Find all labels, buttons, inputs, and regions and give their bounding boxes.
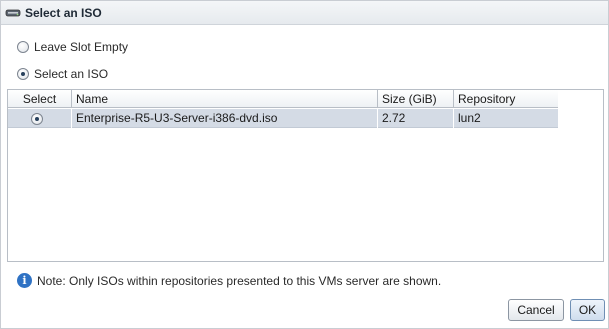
column-header-name[interactable]: Name xyxy=(72,90,378,108)
leave-slot-empty-radio[interactable] xyxy=(17,41,29,53)
column-header-size[interactable]: Size (GiB) xyxy=(378,90,454,108)
disc-drive-icon xyxy=(5,7,21,19)
note-message: i Note: Only ISOs within repositories pr… xyxy=(17,273,441,288)
leave-slot-empty-option[interactable]: Leave Slot Empty xyxy=(17,39,128,55)
row-select-radio[interactable] xyxy=(31,112,43,125)
dialog-title-bar: Select an ISO xyxy=(1,1,608,25)
iso-table: Select Name Size (GiB) Repository Enterp… xyxy=(7,89,604,262)
select-iso-option[interactable]: Select an ISO xyxy=(17,66,108,82)
table-row[interactable]: Enterprise-R5-U3-Server-i386-dvd.iso 2.7… xyxy=(8,109,558,128)
info-icon: i xyxy=(17,273,32,288)
iso-size-cell: 2.72 xyxy=(378,109,454,128)
cancel-button-label: Cancel xyxy=(517,303,555,317)
iso-name-cell: Enterprise-R5-U3-Server-i386-dvd.iso xyxy=(72,109,378,128)
dialog-title: Select an ISO xyxy=(25,5,102,20)
select-iso-label: Select an ISO xyxy=(34,67,109,81)
table-header: Select Name Size (GiB) Repository xyxy=(8,90,558,108)
select-iso-dialog: Select an ISO Leave Slot Empty Select an… xyxy=(0,0,609,329)
ok-button[interactable]: OK xyxy=(570,299,605,321)
column-header-select[interactable]: Select xyxy=(8,90,72,108)
select-iso-radio[interactable] xyxy=(17,68,29,80)
ok-button-label: OK xyxy=(578,303,597,317)
cancel-button[interactable]: Cancel xyxy=(508,299,564,321)
leave-slot-empty-label: Leave Slot Empty xyxy=(34,40,129,54)
column-header-repository[interactable]: Repository xyxy=(454,90,558,108)
iso-repository-cell: lun2 xyxy=(458,111,481,125)
note-text: Note: Only ISOs within repositories pres… xyxy=(37,273,442,288)
row-select-cell[interactable] xyxy=(8,109,72,128)
